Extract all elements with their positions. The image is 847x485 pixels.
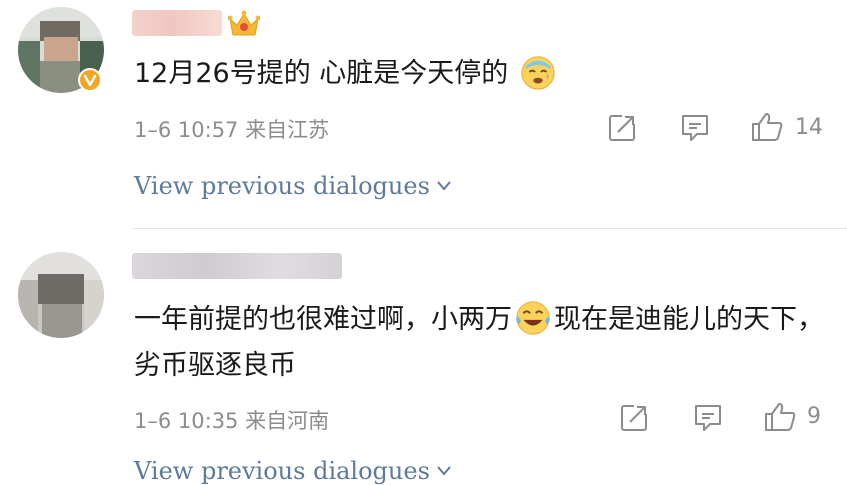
thumbs-up-icon[interactable] [763,401,797,433]
view-previous-label: View previous dialogues [134,457,430,485]
chevron-down-icon [437,181,451,191]
comment-text: 12月26号提的 心脏是今天停的 [134,51,559,97]
comment-reply-icon[interactable] [680,111,710,143]
view-previous-label: View previous dialogues [134,172,430,200]
comment-item: 一年前提的也很难过啊，小两万 现在是迪能儿的天下，劣币驱逐良币 1–6 10:3… [0,229,847,485]
share-icon[interactable] [608,111,638,143]
comment-item: 12月26号提的 心脏是今天停的 1–6 10:57 来自江苏 14 View … [0,0,847,228]
comment-meta: 1–6 10:57 来自江苏 [134,118,330,142]
comment-meta: 1–6 10:35 来自河南 [134,409,330,433]
chevron-down-icon [437,466,451,476]
verified-badge-icon [78,68,102,92]
crown-icon [227,10,261,36]
dizzy-sweat-emoji-icon [521,56,555,90]
like-count: 9 [807,404,821,429]
view-previous-dialogues-link[interactable]: View previous dialogues [134,172,452,200]
username-redacted[interactable] [132,253,342,279]
laughing-tears-emoji-icon [516,301,550,335]
avatar[interactable] [18,252,104,338]
comment-text-part1: 一年前提的也很难过啊，小两万 [134,304,512,335]
comment-reply-icon[interactable] [693,401,723,433]
comment-text: 一年前提的也很难过啊，小两万 现在是迪能儿的天下，劣币驱逐良币 [134,297,824,389]
thumbs-up-icon[interactable] [750,111,784,143]
username-redacted[interactable] [132,10,222,36]
comment-text-content: 12月26号提的 心脏是今天停的 [134,58,509,89]
like-count: 14 [795,115,823,140]
view-previous-dialogues-link[interactable]: View previous dialogues [134,457,452,485]
share-icon[interactable] [620,401,650,433]
